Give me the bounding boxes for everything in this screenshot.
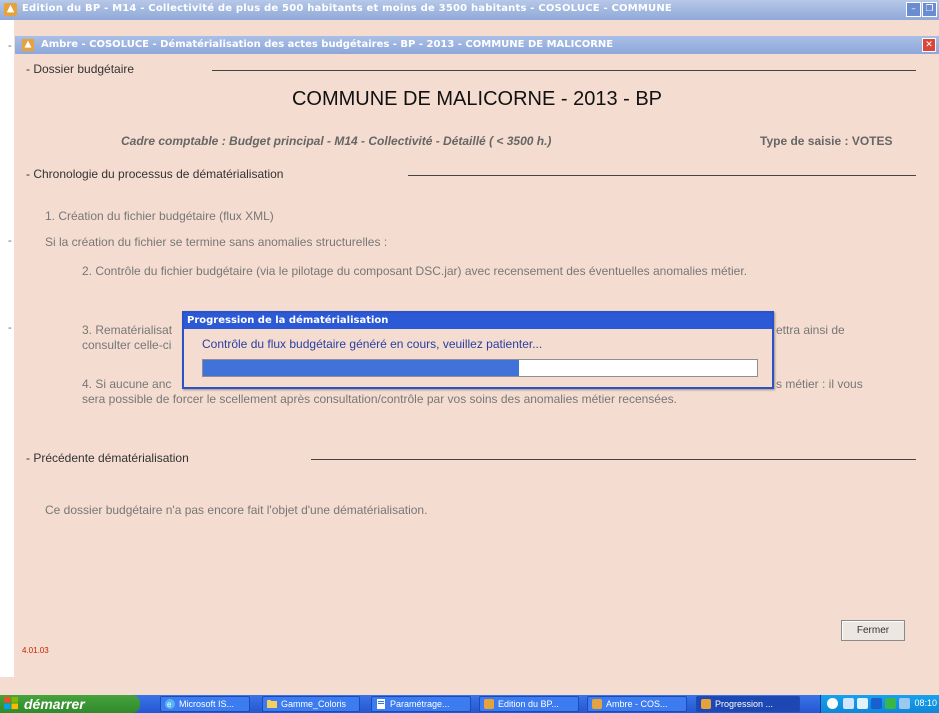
inner-window-title: Ambre - COSOLUCE - Dématérialisation des… [41,39,614,50]
taskbar-item-label: Microsoft IS... [179,699,235,709]
step-4-text-continued: s métier : il vous [776,377,863,391]
app-icon [484,699,494,709]
ie-icon: e [165,699,175,709]
taskbar-item-folder[interactable]: Gamme_Coloris [262,696,360,712]
taskbar-item-ie[interactable]: e Microsoft IS... [160,696,250,712]
section-divider [212,70,916,71]
type-saisie-label: Type de saisie : VOTES [760,134,893,148]
section-dossier-heading: - Dossier budgétaire [26,62,135,76]
mail-icon[interactable] [899,698,910,709]
progress-dialog: Progression de la dématérialisation Cont… [182,311,774,389]
start-button[interactable]: démarrer [0,695,140,713]
app-icon [592,699,602,709]
section-precedente-heading: - Précédente dématérialisation [26,451,189,465]
speaker-icon[interactable] [857,698,868,709]
progress-bar [202,359,758,377]
left-marker: - [8,40,12,52]
outer-window-title: Edition du BP - M14 - Collectivité de pl… [22,3,672,14]
document-icon [377,699,385,709]
section-divider [408,175,916,176]
taskbar-item-progression[interactable]: Progression ... [696,696,800,712]
progress-bar-fill [203,360,519,376]
inner-window-titlebar[interactable]: Ambre - COSOLUCE - Dématérialisation des… [15,36,939,54]
taskbar-item-ambre[interactable]: Ambre - COS... [587,696,687,712]
security-icon[interactable] [885,698,896,709]
condition-text: Si la création du fichier se termine san… [45,235,388,249]
restore-button[interactable]: ❐ [922,2,937,17]
cadre-comptable-label: Cadre comptable : Budget principal - M14… [121,134,552,148]
taskbar-item-label: Progression ... [715,699,774,709]
left-marker: - [8,322,12,334]
step-4-text-line2: sera possible de forcer le scellement ap… [82,392,677,406]
left-marker: - [8,235,12,247]
taskbar-item-label: Gamme_Coloris [281,699,347,709]
step-3-text-line2: consulter celle-ci [82,338,172,352]
taskbar-item-label: Paramétrage... [390,699,450,709]
bluetooth-icon[interactable] [871,698,882,709]
cosoluce-app-icon [21,38,35,52]
no-dematerialisation-text: Ce dossier budgétaire n'a pas encore fai… [45,503,428,517]
version-label: 4.01.03 [22,646,49,655]
progress-message: Contrôle du flux budgétaire généré en co… [202,337,543,351]
system-tray: 08:10 [820,695,939,713]
taskbar-item-parametrage[interactable]: Paramétrage... [371,696,471,712]
outer-window-titlebar[interactable]: Edition du BP - M14 - Collectivité de pl… [0,0,939,20]
start-label: démarrer [24,696,85,712]
taskbar-item-label: Edition du BP... [498,699,559,709]
progress-dialog-title[interactable]: Progression de la dématérialisation [184,313,772,329]
step-4-text: 4. Si aucune anc [82,377,172,391]
taskbar-item-label: Ambre - COS... [606,699,668,709]
cosoluce-app-icon [3,2,18,17]
clock: 08:10 [914,698,937,708]
windows-taskbar: démarrer e Microsoft IS... Gamme_Coloris… [0,695,939,713]
windows-logo-icon [4,697,18,710]
step-3-text-continued: ettra ainsi de [776,323,845,337]
section-chronologie-heading: - Chronologie du processus de dématérial… [26,167,284,181]
step-2-text: 2. Contrôle du fichier budgétaire (via l… [82,264,748,278]
minimize-button[interactable]: – [906,2,921,17]
section-divider [311,459,916,460]
svg-text:e: e [167,700,172,709]
close-window-button[interactable]: ✕ [922,38,936,52]
close-button[interactable]: Fermer [841,620,905,641]
step-3-text: 3. Rematérialisat [82,323,173,337]
taskbar-item-edition[interactable]: Edition du BP... [479,696,579,712]
tray-arrow-icon[interactable] [827,698,838,709]
left-edge-strip: - - - [0,20,14,677]
network-icon[interactable] [843,698,854,709]
folder-icon [267,700,277,708]
page-title: COMMUNE DE MALICORNE - 2013 - BP [291,88,663,110]
step-1-text: 1. Création du fichier budgétaire (flux … [45,209,274,223]
app-icon [701,699,711,709]
